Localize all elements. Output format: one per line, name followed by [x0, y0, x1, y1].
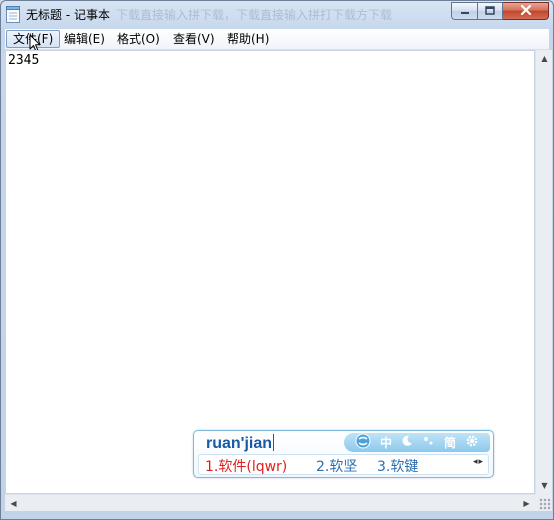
text-editor[interactable]: 2345 [5, 50, 535, 494]
settings-gear-icon[interactable] [465, 434, 479, 451]
scroll-left-icon[interactable]: ◀ [5, 495, 22, 512]
ime-candidate-1[interactable]: 1.软件(lqwr) [205, 456, 287, 476]
maximize-icon [485, 4, 495, 18]
minimize-icon [460, 4, 470, 18]
menu-format[interactable]: 格式(O) [111, 30, 166, 48]
ime-mode-toggle[interactable]: 中 [380, 434, 392, 452]
notepad-icon [6, 6, 20, 23]
menu-help[interactable]: 帮助(H) [221, 30, 275, 48]
ime-candidate-window: ruan'jian 中 简 1.软件(lqwr) 2.软坚 3.软键 ◂▸ [193, 430, 494, 478]
ime-caret [273, 434, 275, 451]
menu-edit[interactable]: 编辑(E) [58, 30, 111, 48]
ime-candidate-2[interactable]: 2.软坚 [316, 456, 357, 476]
menu-view[interactable]: 查看(V) [167, 30, 221, 48]
resize-grip-icon[interactable] [539, 498, 551, 510]
window-title: 无标题 - 记事本 [26, 8, 110, 22]
ime-candidate-3[interactable]: 3.软键 [377, 456, 418, 476]
scroll-down-icon[interactable]: ▼ [536, 477, 553, 494]
ghost-title-text: 下载直接输入拼下载，下载直接输入拼打下载方下载 [116, 8, 393, 22]
minimize-button[interactable] [451, 2, 477, 20]
notepad-window: 无标题 - 记事本 下载直接输入拼下载，下载直接输入拼打下载方下载 文件(F) … [0, 0, 554, 520]
sogou-logo-icon[interactable] [355, 433, 371, 452]
caption-buttons [451, 2, 549, 21]
editor-content: 2345 [8, 53, 40, 68]
ime-composition-text: ruan'jian [206, 435, 273, 452]
ime-script-toggle[interactable]: 简 [444, 434, 456, 452]
scroll-corner [535, 494, 552, 511]
ime-toolbar: 中 简 [344, 433, 490, 452]
moon-icon[interactable] [401, 435, 413, 450]
punctuation-icon[interactable] [423, 435, 435, 450]
menu-bar: 文件(F) 编辑(E) 格式(O) 查看(V) 帮助(H) [5, 29, 549, 50]
horizontal-scrollbar[interactable]: ◀ ▶ [5, 494, 535, 511]
vertical-scrollbar[interactable]: ▲ ▼ [535, 50, 552, 494]
ime-composition: ruan'jian [206, 434, 275, 453]
ime-candidate-list: 1.软件(lqwr) 2.软坚 3.软键 ◂▸ [198, 454, 489, 475]
scroll-up-icon[interactable]: ▲ [536, 50, 553, 67]
close-icon [520, 4, 532, 18]
maximize-button[interactable] [477, 2, 503, 20]
ime-pager-icon[interactable]: ◂▸ [473, 457, 484, 467]
title-bar[interactable]: 无标题 - 记事本 下载直接输入拼下载，下载直接输入拼打下载方下载 [1, 1, 553, 29]
close-button[interactable] [503, 2, 549, 20]
scroll-right-icon[interactable]: ▶ [518, 495, 535, 512]
